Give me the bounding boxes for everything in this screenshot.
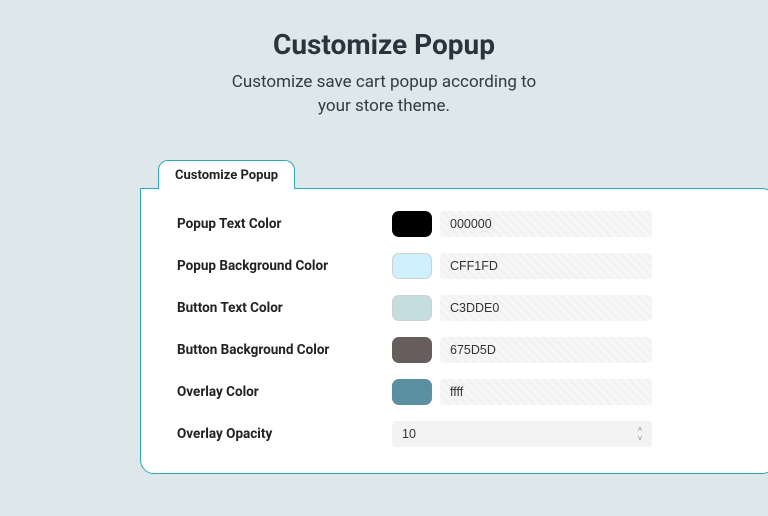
swatch-overlay-color[interactable] — [392, 379, 432, 405]
label-popup-text-color: Popup Text Color — [171, 216, 392, 232]
swatch-button-text-color[interactable] — [392, 295, 432, 321]
row-overlay-opacity: Overlay Opacity ˄ ˅ — [171, 421, 747, 447]
label-overlay-opacity: Overlay Opacity — [171, 426, 392, 442]
label-popup-bg-color: Popup Background Color — [171, 258, 392, 274]
row-overlay-color: Overlay Color — [171, 379, 747, 405]
row-button-bg-color: Button Background Color — [171, 337, 747, 363]
row-popup-text-color: Popup Text Color — [171, 211, 747, 237]
swatch-popup-bg-color[interactable] — [392, 253, 432, 279]
label-button-bg-color: Button Background Color — [171, 342, 392, 358]
input-popup-text-color[interactable] — [440, 211, 652, 237]
stepper-overlay-opacity[interactable]: ˄ ˅ — [632, 423, 648, 445]
input-overlay-color[interactable] — [440, 379, 652, 405]
page-title: Customize Popup — [0, 28, 768, 61]
chevron-down-icon[interactable]: ˅ — [638, 435, 643, 443]
input-button-text-color[interactable] — [440, 295, 652, 321]
swatch-popup-text-color[interactable] — [392, 211, 432, 237]
input-button-bg-color[interactable] — [440, 337, 652, 363]
swatch-button-bg-color[interactable] — [392, 337, 432, 363]
row-popup-bg-color: Popup Background Color — [171, 253, 747, 279]
customize-popup-panel: Popup Text Color Popup Background Color … — [140, 188, 768, 474]
page-subtitle: Customize save cart popup according to y… — [214, 71, 554, 119]
label-button-text-color: Button Text Color — [171, 300, 392, 316]
row-button-text-color: Button Text Color — [171, 295, 747, 321]
tab-seam — [159, 189, 287, 193]
tab-customize-popup[interactable]: Customize Popup — [158, 160, 295, 189]
label-overlay-color: Overlay Color — [171, 384, 392, 400]
input-overlay-opacity[interactable] — [392, 421, 652, 447]
chevron-up-icon[interactable]: ˄ — [638, 426, 643, 434]
input-popup-bg-color[interactable] — [440, 253, 652, 279]
